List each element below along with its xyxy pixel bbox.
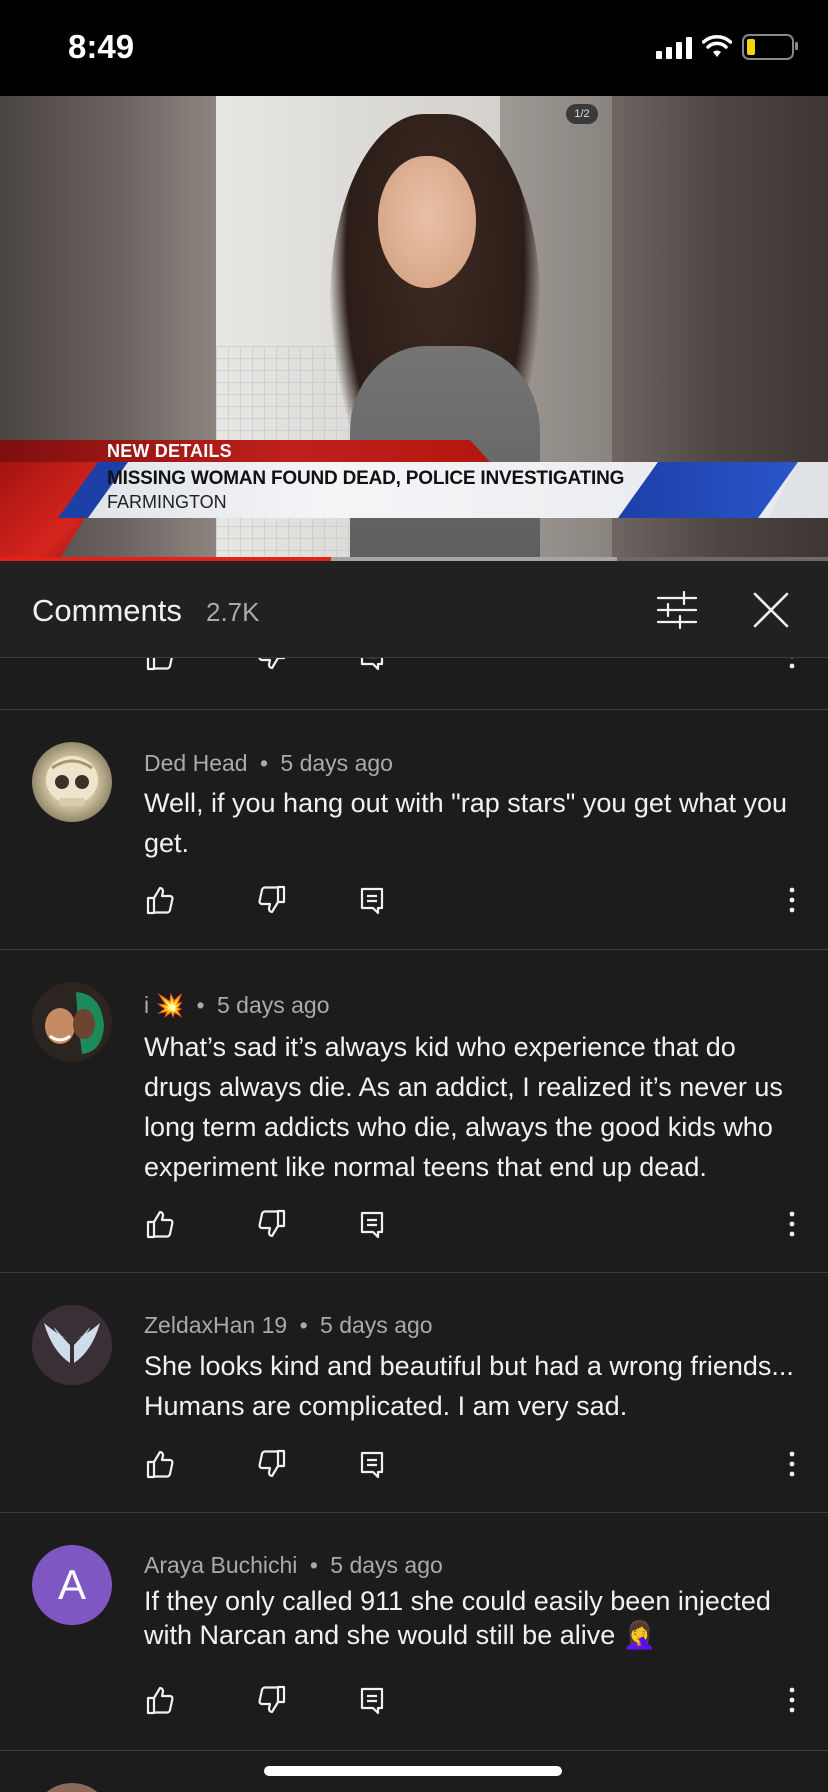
- like-button[interactable]: [144, 1684, 176, 1716]
- more-options-button[interactable]: [776, 658, 808, 672]
- comment-author[interactable]: ZeldaxHan 19: [144, 1312, 287, 1338]
- reply-button[interactable]: [356, 884, 388, 916]
- reply-icon: [360, 1687, 384, 1715]
- reply-button[interactable]: [356, 1208, 388, 1240]
- home-indicator[interactable]: [264, 1766, 562, 1776]
- thumbs-up-icon: [146, 1686, 174, 1715]
- avatar[interactable]: [32, 1305, 112, 1385]
- reply-icon: [360, 887, 384, 915]
- thumbs-up-icon: [146, 1450, 174, 1479]
- thumbs-up-icon: [146, 886, 174, 915]
- comments-count: 2.7K: [206, 597, 260, 627]
- new-details-bar: [0, 440, 490, 462]
- comment-actions: [0, 1680, 828, 1720]
- battery-icon: [742, 34, 798, 60]
- comment-actions: [0, 880, 828, 920]
- like-button[interactable]: [144, 884, 176, 916]
- thumbs-down-icon: [258, 1209, 286, 1238]
- skull-avatar-icon: [46, 756, 98, 806]
- new-details-label: NEW DETAILS: [107, 441, 232, 461]
- comment-time: 5 days ago: [216, 992, 330, 1018]
- meta-separator: •: [259, 750, 269, 776]
- like-button[interactable]: [144, 1448, 176, 1480]
- comment-author[interactable]: i 💥: [144, 992, 184, 1018]
- meta-separator: •: [196, 992, 205, 1018]
- comment-meta: ZeldaxHan 19 • 5 days ago: [144, 1312, 433, 1339]
- comment-time: 5 days ago: [280, 750, 393, 776]
- sort-filter-button[interactable]: [654, 587, 700, 633]
- comment-meta: Araya Buchichi • 5 days ago: [144, 1552, 443, 1579]
- more-options-button[interactable]: [776, 1448, 808, 1480]
- comments-list[interactable]: Ded Head • 5 days ago Well, if you hang …: [0, 658, 828, 1792]
- news-lower-third: NEW DETAILS MISSING WOMAN FOUND DEAD, PO…: [0, 440, 828, 558]
- comment-text: Well, if you hang out with "rap stars" y…: [144, 788, 788, 858]
- status-bar: 8:49: [0, 0, 828, 96]
- thumbs-down-icon: [258, 1449, 286, 1478]
- comment-meta: i 💥 • 5 days ago: [144, 992, 330, 1019]
- like-button[interactable]: [144, 1208, 176, 1240]
- meta-separator: •: [299, 1312, 308, 1338]
- wifi-icon: [702, 35, 732, 57]
- thumbs-down-icon: [258, 885, 286, 914]
- previous-comment-actions: [0, 658, 828, 676]
- comment-time: 5 days ago: [320, 1312, 433, 1338]
- comment-text: If they only called 911 she could easily…: [144, 1586, 771, 1650]
- dislike-button[interactable]: [256, 1448, 288, 1480]
- reply-icon: [360, 1451, 384, 1479]
- dislike-button[interactable]: [256, 1684, 288, 1716]
- dislike-button[interactable]: [256, 1208, 288, 1240]
- like-button[interactable]: [144, 658, 176, 672]
- more-options-button[interactable]: [776, 1684, 808, 1716]
- more-options-button[interactable]: [776, 1208, 808, 1240]
- vertical-dots-icon: [789, 887, 795, 913]
- more-options-button[interactable]: [776, 884, 808, 916]
- reply-button[interactable]: [356, 1448, 388, 1480]
- sliders-icon: [656, 590, 698, 630]
- avatar[interactable]: [32, 742, 112, 822]
- comment-actions: [0, 1444, 828, 1484]
- avatar[interactable]: A: [32, 1545, 112, 1625]
- vertical-dots-icon: [789, 1687, 795, 1713]
- avatar[interactable]: [32, 1783, 112, 1792]
- video-player[interactable]: 1/2 NEW DETAILS MISSING WOMAN FOUND DEAD…: [0, 96, 828, 560]
- news-location: FARMINGTON: [107, 492, 227, 512]
- comment-time: 5 days ago: [330, 1552, 443, 1578]
- comment-author[interactable]: Araya Buchichi: [144, 1552, 297, 1578]
- reply-button[interactable]: [356, 1684, 388, 1716]
- thumbs-down-icon: [258, 1685, 286, 1714]
- cellular-signal-icon: [656, 35, 692, 59]
- comment-author[interactable]: Ded Head: [144, 750, 248, 776]
- comment-text: She looks kind and beautiful but had a w…: [144, 1351, 794, 1421]
- dislike-button[interactable]: [256, 884, 288, 916]
- reply-icon: [360, 1211, 384, 1239]
- image-counter-badge: 1/2: [566, 104, 598, 124]
- vertical-dots-icon: [789, 1211, 795, 1237]
- dislike-button[interactable]: [256, 658, 288, 672]
- comment-meta: Ded Head • 5 days ago: [144, 750, 393, 777]
- wings-avatar-icon: [32, 1305, 112, 1385]
- comments-title: Comments: [32, 593, 182, 628]
- thumbs-up-icon: [146, 658, 173, 671]
- vertical-dots-icon: [789, 658, 795, 669]
- couple-avatar-icon: [32, 982, 112, 1062]
- status-time: 8:49: [68, 28, 135, 65]
- person-face: [378, 156, 476, 288]
- news-headline: MISSING WOMAN FOUND DEAD, POLICE INVESTI…: [107, 468, 625, 489]
- status-icons: [656, 34, 798, 60]
- close-icon: [753, 592, 789, 628]
- avatar[interactable]: [32, 982, 112, 1062]
- comment-text: What’s sad it’s always kid who experienc…: [144, 1032, 783, 1182]
- reply-icon: [360, 658, 384, 671]
- meta-separator: •: [309, 1552, 318, 1578]
- comments-header: Comments 2.7K: [0, 561, 828, 658]
- reply-button[interactable]: [356, 658, 388, 672]
- vertical-dots-icon: [789, 1451, 795, 1477]
- thumbs-up-icon: [146, 1210, 174, 1239]
- comment-actions: [0, 1204, 828, 1244]
- close-comments-button[interactable]: [748, 587, 794, 633]
- thumbs-down-icon: [258, 658, 286, 670]
